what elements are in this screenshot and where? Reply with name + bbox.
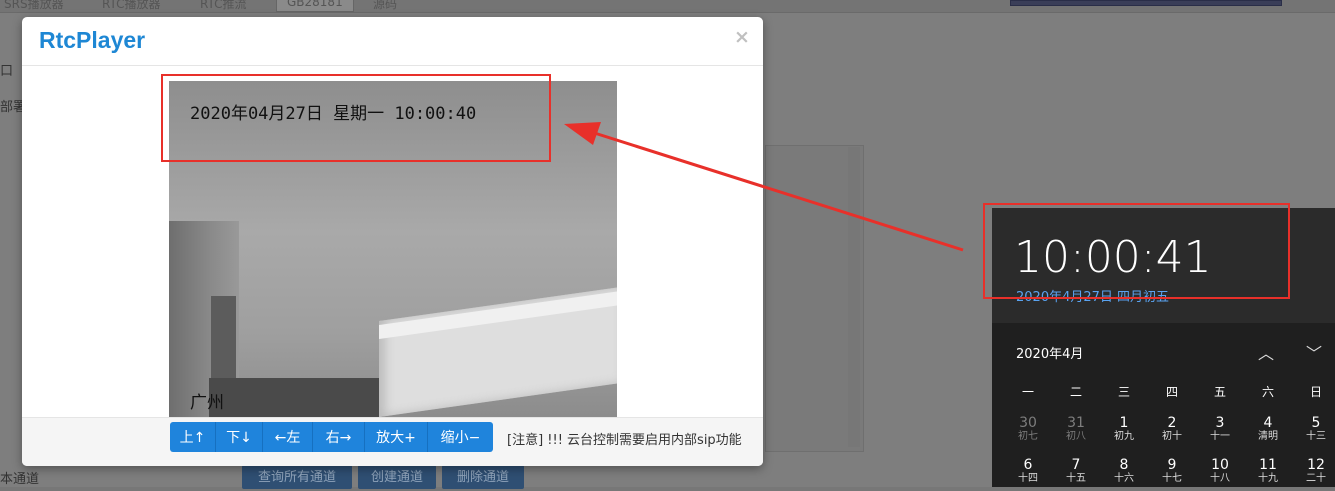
weekday-label: 四: [1165, 385, 1178, 399]
weekday-label: 五: [1213, 385, 1226, 399]
calendar-day-cell[interactable]: 3 十一: [1196, 415, 1244, 443]
modal-title: RtcPlayer: [39, 27, 146, 53]
calendar-day-number: 1: [1119, 415, 1129, 431]
weekday-label: 六: [1261, 385, 1274, 399]
calendar-weekday-header: 一 二 三 四 五 六 日: [1004, 383, 1335, 400]
bg-label-1: 口: [0, 64, 14, 79]
calendar-day-number: 30: [1019, 415, 1037, 431]
ptz-zoom-out-button[interactable]: 缩小−: [428, 422, 493, 452]
calendar-lunar-label: 十七: [1162, 473, 1182, 484]
modal-footer: 上↑ 下↓ ←左 右→ 放大+ 缩小− [注意] !!! 云台控制需要启用内部s…: [22, 417, 763, 466]
bg-top-input[interactable]: [1010, 0, 1282, 6]
calendar-day-number: 11: [1259, 457, 1277, 473]
ptz-left-button[interactable]: ←左: [263, 422, 313, 452]
calendar-lunar-label: 初十: [1162, 431, 1182, 442]
annotation-box-system-time: [983, 203, 1290, 299]
ptz-note: [注意] !!! 云台控制需要启用内部sip功能: [507, 433, 742, 448]
weekday-label: 三: [1117, 385, 1130, 399]
chevron-up-icon[interactable]: ︿: [1258, 340, 1274, 364]
calendar-day-number: 3: [1215, 415, 1225, 431]
calendar-day-number: 4: [1263, 415, 1273, 431]
calendar-day-cell[interactable]: 1 初九: [1100, 415, 1148, 443]
calendar-day-cell[interactable]: 10 十八: [1196, 457, 1244, 485]
calendar-lunar-label: 十九: [1258, 473, 1278, 484]
ptz-up-button[interactable]: 上↑: [170, 422, 216, 452]
bg-tab-source[interactable]: 源码: [373, 0, 397, 12]
chevron-down-icon[interactable]: ﹀: [1306, 340, 1322, 364]
close-icon[interactable]: ×: [734, 27, 750, 47]
calendar-lunar-label: 初九: [1114, 431, 1134, 442]
bg-create-channel-button[interactable]: 创建通道: [358, 465, 436, 489]
calendar-day-cell[interactable]: 9 十七: [1148, 457, 1196, 485]
calendar-day-cell[interactable]: 8 十六: [1100, 457, 1148, 485]
ptz-down-button[interactable]: 下↓: [216, 422, 263, 452]
calendar-day-cell[interactable]: 2 初十: [1148, 415, 1196, 443]
modal-header: RtcPlayer ×: [22, 17, 763, 66]
calendar-lunar-label: 二十: [1306, 473, 1326, 484]
calendar-lunar-label: 初七: [1018, 431, 1038, 442]
video-osd-location: 广州: [190, 393, 224, 413]
calendar-month-label[interactable]: 2020年4月: [1016, 343, 1083, 362]
calendar: 2020年4月 ︿ ﹀ 一 二 三 四 五 六 日 30 初七 31 初八 1 初九 2 初十…: [992, 323, 1335, 487]
calendar-lunar-label: 十一: [1210, 431, 1230, 442]
calendar-lunar-label: 清明: [1258, 431, 1278, 442]
annotation-box-video-time: [161, 74, 551, 162]
ptz-control-group: 上↑ 下↓ ←左 右→ 放大+ 缩小−: [170, 422, 493, 452]
weekday-label: 日: [1309, 385, 1322, 399]
calendar-lunar-label: 十五: [1066, 473, 1086, 484]
bg-tab-gb28181[interactable]: GB28181: [276, 0, 354, 12]
calendar-day-cell[interactable]: 30 初七: [1004, 415, 1052, 443]
calendar-week-row: 30 初七 31 初八 1 初九 2 初十 3 十一 4 清明 5 十三: [1004, 415, 1335, 443]
bg-tab-rtc-publish[interactable]: RTC推流: [200, 0, 246, 12]
bg-delete-channel-button[interactable]: 删除通道: [442, 465, 524, 489]
weekday-label: 二: [1069, 385, 1082, 399]
calendar-day-number: 10: [1211, 457, 1229, 473]
calendar-day-cell[interactable]: 12 二十: [1292, 457, 1335, 485]
calendar-day-number: 8: [1119, 457, 1129, 473]
ptz-zoom-in-button[interactable]: 放大+: [365, 422, 428, 452]
calendar-day-cell[interactable]: 11 十九: [1244, 457, 1292, 485]
calendar-lunar-label: 初八: [1066, 431, 1086, 442]
calendar-lunar-label: 十三: [1306, 431, 1326, 442]
calendar-day-number: 12: [1307, 457, 1325, 473]
calendar-lunar-label: 十四: [1018, 473, 1038, 484]
bg-tab-rtc-player[interactable]: RTC播放器: [102, 0, 160, 12]
calendar-day-number: 2: [1167, 415, 1177, 431]
bg-log-scrollbar[interactable]: [848, 147, 860, 447]
video-scene-floor: [209, 378, 379, 417]
calendar-day-cell[interactable]: 7 十五: [1052, 457, 1100, 485]
calendar-day-cell[interactable]: 4 清明: [1244, 415, 1292, 443]
calendar-lunar-label: 十六: [1114, 473, 1134, 484]
bg-query-channels-button[interactable]: 查询所有通道: [242, 465, 352, 489]
calendar-day-number: 6: [1023, 457, 1033, 473]
ptz-right-button[interactable]: 右→: [313, 422, 365, 452]
weekday-label: 一: [1021, 385, 1034, 399]
calendar-day-cell[interactable]: 5 十三: [1292, 415, 1335, 443]
calendar-week-row: 6 十四 7 十五 8 十六 9 十七 10 十八 11 十九 12 二十: [1004, 457, 1335, 485]
calendar-lunar-label: 十八: [1210, 473, 1230, 484]
calendar-day-number: 7: [1071, 457, 1081, 473]
calendar-day-number: 9: [1167, 457, 1177, 473]
calendar-day-cell[interactable]: 6 十四: [1004, 457, 1052, 485]
bg-tab-srs-player[interactable]: SRS播放器: [4, 0, 64, 12]
bg-label-3: 本通道: [0, 472, 40, 487]
calendar-day-number: 31: [1067, 415, 1085, 431]
calendar-day-cell[interactable]: 31 初八: [1052, 415, 1100, 443]
calendar-day-number: 5: [1311, 415, 1321, 431]
